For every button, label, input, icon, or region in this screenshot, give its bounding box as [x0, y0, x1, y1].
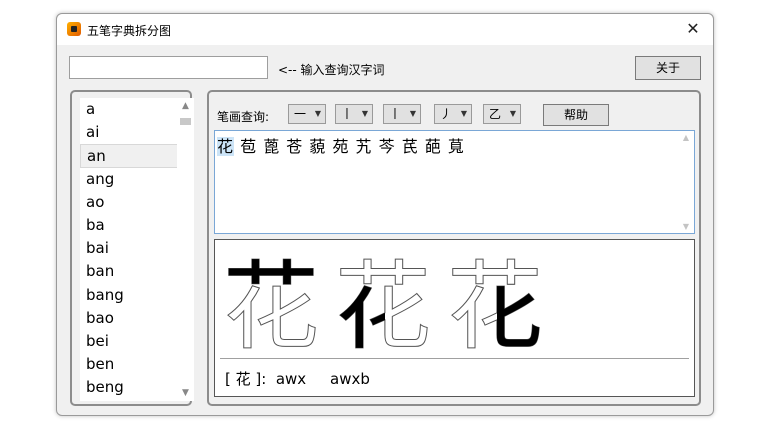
scroll-thumb[interactable] [180, 118, 191, 125]
query-input[interactable] [69, 56, 268, 79]
close-icon[interactable]: ✕ [683, 19, 703, 39]
about-button[interactable]: 关于 [635, 56, 701, 80]
stroke-combo-value: 一 [294, 107, 307, 121]
app-window: 五笔字典拆分图 ✕ <-- 输入查询汉字词 关于 a ai an ang ao … [56, 13, 714, 416]
stroke-combo-2[interactable]: 丨 ▼ [335, 104, 373, 124]
lookup-panel: 笔画查询: 一 ▼ 丨 ▼ 丨 ▼ 丿 ▼ 乙 ▼ 帮助 花 苞 蓖 苍 藐 苑 艽 芩 … [207, 90, 701, 406]
stroke-combo-4[interactable]: 丿 ▼ [434, 104, 472, 124]
help-button[interactable]: 帮助 [543, 104, 609, 126]
separator [220, 358, 689, 359]
other-characters[interactable]: 苞 蓖 苍 藐 苑 艽 芩 芪 葩 萈 [240, 137, 465, 156]
app-icon [67, 22, 81, 36]
stroke-combo-1[interactable]: 一 ▼ [288, 104, 326, 124]
scroll-down-icon[interactable]: ▼ [180, 388, 191, 398]
chevron-down-icon: ▼ [460, 109, 467, 118]
stroke-combo-value: 丨 [341, 107, 354, 121]
result-characters[interactable]: 花 苞 蓖 苍 藐 苑 艽 芩 芪 葩 萈 [217, 133, 465, 157]
scroll-down-icon[interactable]: ▼ [681, 222, 691, 231]
pinyin-list[interactable]: a ai an ang ao ba bai ban bang bao bei b… [80, 98, 194, 401]
query-hint: <-- 输入查询汉字词 [278, 63, 385, 77]
pinyin-panel: a ai an ang ao ba bai ban bang bao bei b… [70, 90, 194, 406]
scroll-up-icon[interactable]: ▲ [681, 133, 691, 142]
scroll-up-icon[interactable]: ▲ [180, 101, 191, 111]
chevron-down-icon: ▼ [509, 109, 516, 118]
result-scrollbar[interactable]: ▲ ▼ [678, 131, 694, 233]
wubi-code-line: [ 花 ]: awx awxb [225, 370, 370, 388]
stroke-combo-5[interactable]: 乙 ▼ [483, 104, 521, 124]
chevron-down-icon: ▼ [361, 109, 368, 118]
result-textbox[interactable]: 花 苞 蓖 苍 藐 苑 艽 芩 芪 葩 萈 ▲ ▼ [214, 130, 695, 234]
title-bar: 五笔字典拆分图 ✕ [57, 14, 713, 45]
stroke-filter-label: 笔画查询: [217, 110, 270, 124]
stroke-combo-value: 丨 [389, 107, 402, 121]
chevron-down-icon: ▼ [409, 109, 416, 118]
decomposition-view: 花 花 花 花 花 花 [ 花 ]: awx awxb [214, 239, 695, 397]
stroke-combo-value: 乙 [489, 107, 502, 121]
window-title: 五笔字典拆分图 [87, 24, 172, 38]
selected-character[interactable]: 花 [217, 137, 235, 156]
stroke-combo-value: 丿 [440, 107, 453, 121]
stroke-combo-3[interactable]: 丨 ▼ [383, 104, 421, 124]
pinyin-scrollbar[interactable]: ▲ ▼ [177, 98, 194, 401]
chevron-down-icon: ▼ [314, 109, 321, 118]
